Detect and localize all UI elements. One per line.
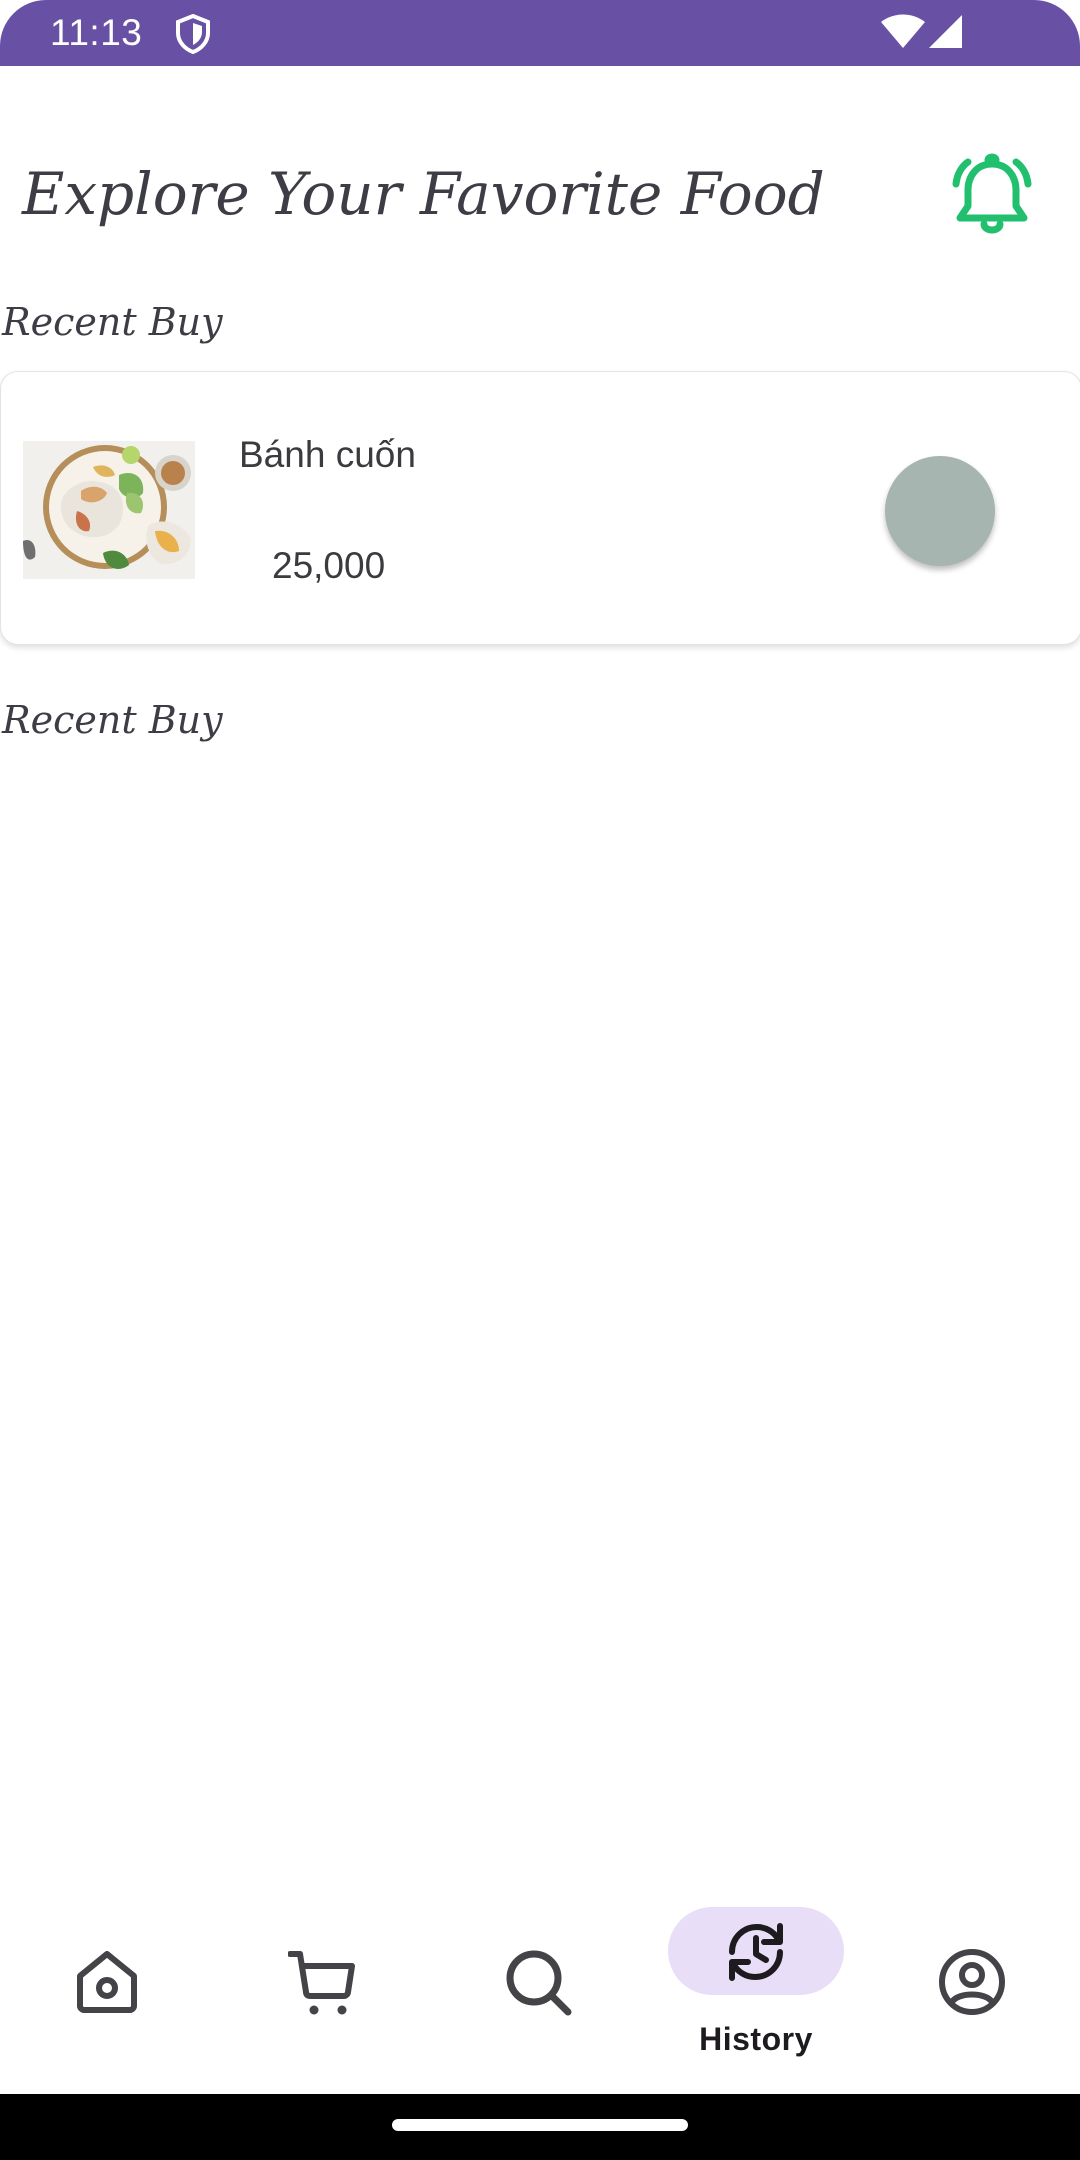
status-bar: 11:13 — [0, 0, 1080, 66]
shield-icon — [176, 14, 210, 54]
nav-item-account[interactable] — [864, 1880, 1080, 2094]
history-icon — [729, 1923, 783, 1981]
recent-item-card[interactable]: Bánh cuốn 25,000 — [0, 371, 1080, 645]
section-title-recent-buy: Recent Buy — [2, 300, 223, 344]
wifi-icon — [881, 14, 925, 48]
section-title-recent-buy-2: Recent Buy — [2, 698, 223, 742]
nav-item-home[interactable] — [0, 1880, 216, 2094]
home-icon — [77, 1951, 137, 2013]
bottom-navigation: History — [0, 1880, 1080, 2094]
signal-icon — [929, 15, 962, 48]
page-title: Explore Your Favorite Food — [22, 160, 825, 228]
food-price: 25,000 — [272, 545, 386, 586]
nav-item-search[interactable] — [432, 1880, 648, 2094]
food-image — [23, 441, 195, 579]
account-icon — [939, 1949, 1005, 2015]
cart-icon — [288, 1951, 355, 2015]
gesture-navigation-bar — [0, 2094, 1080, 2160]
nav-item-cart[interactable] — [216, 1880, 432, 2094]
nav-item-history[interactable]: History — [648, 1880, 864, 2094]
bell-ringing-icon[interactable] — [944, 150, 1040, 246]
nav-label-history: History — [699, 2021, 813, 2057]
food-name: Bánh cuốn — [239, 434, 416, 475]
item-action-button[interactable] — [885, 456, 995, 566]
status-time: 11:13 — [50, 12, 143, 53]
search-icon — [506, 1950, 572, 2016]
home-gesture-handle[interactable] — [392, 2119, 688, 2131]
